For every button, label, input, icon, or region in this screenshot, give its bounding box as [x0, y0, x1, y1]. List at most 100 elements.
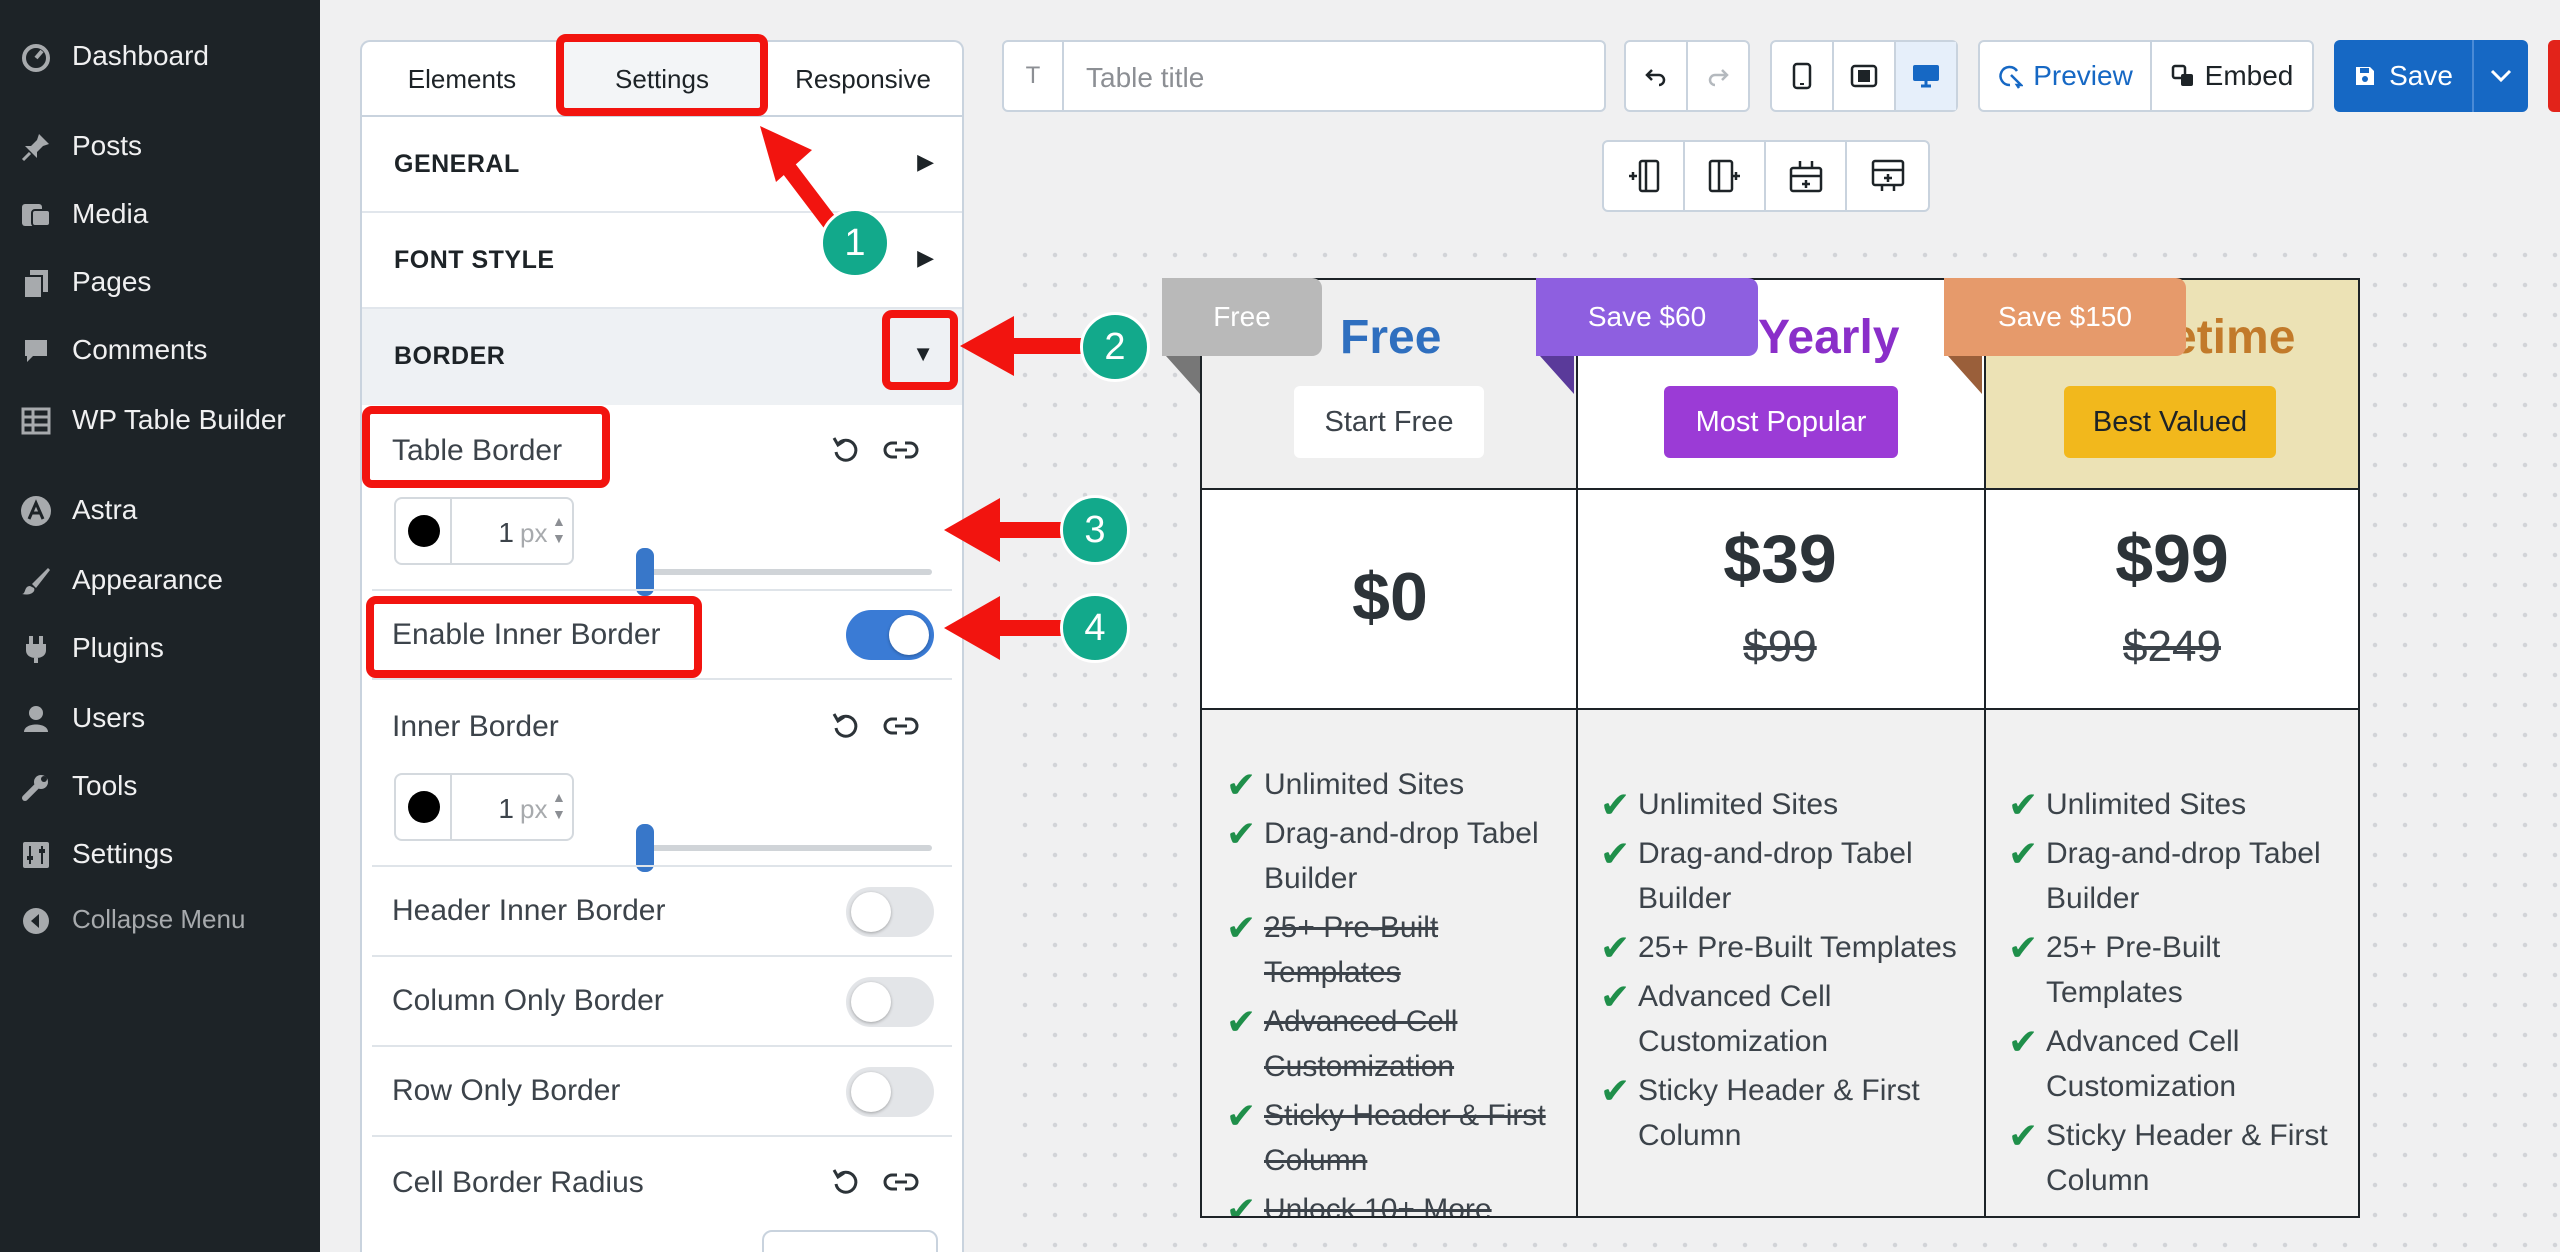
- column-divider: [1576, 280, 1578, 1216]
- check-icon: ✔: [1600, 833, 1631, 874]
- menu-collapse[interactable]: Collapse Menu: [0, 892, 320, 950]
- close-builder-button[interactable]: [2548, 40, 2560, 112]
- brush-icon: [18, 565, 54, 597]
- menu-media[interactable]: Media: [0, 186, 320, 244]
- most-popular-button[interactable]: Most Popular: [1664, 386, 1898, 458]
- check-icon: ✔: [2008, 833, 2039, 874]
- menu-tools[interactable]: Tools: [0, 758, 320, 816]
- desktop-view-button[interactable]: [1896, 42, 1956, 110]
- menu-label: Settings: [72, 838, 174, 869]
- reset-icon[interactable]: [830, 1166, 862, 1198]
- toggle-knob: [851, 892, 891, 932]
- menu-label: Media: [72, 198, 149, 229]
- embed-button[interactable]: Embed: [2152, 42, 2312, 110]
- feature-item: ✔ Drag-and-drop Tabel Builder: [1600, 831, 1970, 921]
- tab-settings[interactable]: Settings: [562, 42, 762, 116]
- check-icon: ✔: [1226, 813, 1257, 854]
- row-divider: [372, 955, 952, 957]
- row-divider: [372, 678, 952, 680]
- border-width-value: 1: [498, 793, 514, 824]
- expand-arrow-icon[interactable]: ▶: [917, 245, 934, 271]
- features-list-yearly: ✔ Unlimited Sites ✔ Drag-and-drop Tabel Bui…: [1600, 782, 1970, 1162]
- menu-users[interactable]: Users: [0, 690, 320, 748]
- plan-title-lifetime: etime: [2170, 311, 2296, 364]
- menu-pages[interactable]: Pages: [0, 254, 320, 312]
- menu-astra[interactable]: Astra: [0, 482, 320, 540]
- desktop-icon: [1913, 65, 1939, 88]
- link-icon[interactable]: [882, 710, 920, 742]
- row-divider: [372, 589, 952, 591]
- preview-button[interactable]: Preview: [1980, 42, 2152, 110]
- pricing-table[interactable]: Free Yearly etime Start Free Most Popula…: [1200, 278, 2360, 1218]
- table-title-field[interactable]: T Table title: [1002, 40, 1606, 112]
- feature-text: Advanced Cell Customization: [1638, 980, 1832, 1058]
- unit-label: px: [520, 518, 548, 548]
- color-picker[interactable]: [396, 499, 452, 563]
- row-only-border-toggle[interactable]: [846, 1067, 934, 1117]
- insert-row-above-button[interactable]: [1766, 142, 1847, 210]
- insert-column-left-button[interactable]: [1604, 142, 1685, 210]
- mobile-view-button[interactable]: [1772, 42, 1834, 110]
- expand-arrow-icon[interactable]: ▶: [917, 149, 934, 175]
- section-general[interactable]: GENERAL ▶: [362, 117, 962, 213]
- check-icon: ✔: [2008, 1115, 2039, 1156]
- menu-dashboard[interactable]: Dashboard: [0, 28, 320, 86]
- menu-posts[interactable]: Posts: [0, 118, 320, 176]
- menu-comments[interactable]: Comments: [0, 322, 320, 380]
- header-inner-border-toggle[interactable]: [846, 887, 934, 937]
- table-title-input[interactable]: Table title: [1086, 62, 1204, 94]
- check-icon: ✔: [1600, 976, 1631, 1017]
- menu-appearance[interactable]: Appearance: [0, 552, 320, 610]
- best-valued-button[interactable]: Best Valued: [2064, 386, 2276, 458]
- inner-border-slider-track[interactable]: [642, 845, 932, 851]
- wp-admin-sidebar: Dashboard Posts Media Pages Comments WP …: [0, 0, 320, 1252]
- feature-text: Unlimited Sites: [2046, 788, 2247, 821]
- link-icon[interactable]: [882, 1166, 920, 1198]
- spinner-icon[interactable]: ▲ ▼: [552, 513, 566, 547]
- color-picker[interactable]: [396, 775, 452, 839]
- undo-button[interactable]: [1626, 42, 1688, 110]
- header-inner-border-label: Header Inner Border: [392, 894, 666, 927]
- save-button[interactable]: Save: [2334, 40, 2528, 112]
- tab-elements[interactable]: Elements: [362, 42, 562, 116]
- table-border-actions: [830, 434, 920, 466]
- feature-item: ✔ Sticky Header & First Column: [1600, 1068, 1970, 1158]
- menu-settings[interactable]: Settings: [0, 826, 320, 884]
- menu-wp-table-builder[interactable]: WP Table Builder: [0, 392, 320, 450]
- link-icon[interactable]: [882, 434, 920, 466]
- embed-label: Embed: [2204, 60, 2294, 91]
- inner-border-width-input[interactable]: 1 px ▲ ▼: [394, 773, 574, 841]
- feature-item: ✔ Unlimited Sites: [2008, 782, 2348, 827]
- cell-border-radius-input[interactable]: [762, 1230, 938, 1252]
- start-free-button[interactable]: Start Free: [1294, 386, 1484, 458]
- feature-text: 25+ Pre-Built Templates: [1638, 931, 1957, 964]
- check-icon: ✔: [2008, 1021, 2039, 1062]
- save-options-dropdown[interactable]: [2474, 40, 2528, 112]
- insert-column-right-button[interactable]: [1685, 142, 1766, 210]
- inner-border-actions: [830, 710, 920, 742]
- table-border-width-input[interactable]: 1 px ▲ ▼: [394, 497, 574, 565]
- user-icon: [18, 703, 54, 735]
- table-border-slider-track[interactable]: [642, 569, 932, 575]
- menu-label: Appearance: [72, 564, 224, 595]
- save-main[interactable]: Save: [2334, 40, 2472, 112]
- insert-row-below-button[interactable]: [1847, 142, 1928, 210]
- cell-border-radius-label: Cell Border Radius: [392, 1166, 644, 1199]
- spinner-icon[interactable]: ▲ ▼: [552, 789, 566, 823]
- reset-icon[interactable]: [830, 434, 862, 466]
- row-divider: [1202, 708, 2358, 710]
- redo-button[interactable]: [1688, 42, 1748, 110]
- features-list-free: ✔ Unlimited Sites ✔ Drag-and-drop Tabel Bui…: [1226, 762, 1566, 1216]
- tablet-view-button[interactable]: [1834, 42, 1896, 110]
- menu-plugins[interactable]: Plugins: [0, 620, 320, 678]
- comment-icon: [18, 335, 54, 367]
- reset-icon[interactable]: [830, 710, 862, 742]
- old-price-lifetime: $249: [2123, 622, 2221, 671]
- feature-item: ✔ 25+ Pre-Built Templates: [1600, 925, 1970, 970]
- section-border[interactable]: BORDER ▼: [362, 309, 962, 405]
- tab-responsive[interactable]: Responsive: [762, 42, 962, 116]
- feature-text: Drag-and-drop Tabel Builder: [2046, 837, 2321, 915]
- collapse-arrow-icon[interactable]: ▼: [912, 341, 934, 367]
- enable-inner-border-toggle[interactable]: [846, 610, 934, 660]
- column-only-border-toggle[interactable]: [846, 977, 934, 1027]
